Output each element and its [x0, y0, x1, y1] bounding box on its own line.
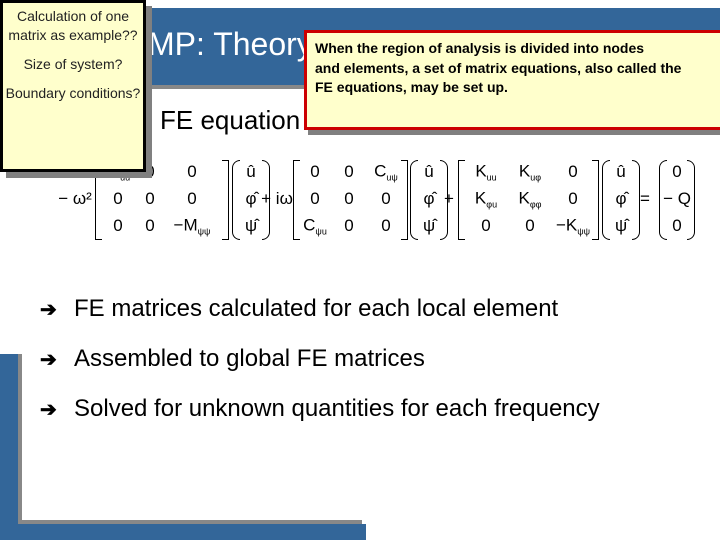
mass-matrix-cell: 0 [187, 162, 197, 181]
bullet-text: Solved for unknown quantities for each f… [74, 395, 600, 422]
displacement-vector-entry: ψ̂ [614, 216, 628, 235]
stiffness-matrix-cell: 0 [481, 216, 491, 235]
displacement-vector-entry: û [246, 162, 256, 181]
note-text: When the region of analysis is divided i… [315, 40, 645, 56]
damping-matrix-cell: Cuψ [374, 161, 398, 183]
stiffness-matrix-cell: Kuu [475, 161, 497, 183]
displacement-vector-entry: φ̂ [245, 189, 257, 208]
section-heading: FE equation [160, 105, 301, 135]
mass-coefficient: − ω² [58, 189, 92, 208]
displacement-vector-brace-left [602, 160, 610, 240]
slide-title: MP: Theory [148, 26, 313, 62]
damping-matrix-cell: 0 [344, 162, 354, 181]
stiffness-matrix-cell: 0 [525, 216, 535, 235]
mass-matrix-bracket-right [222, 160, 229, 240]
damping-matrix-cell: 0 [381, 189, 391, 208]
stiffness-matrix-cell: Kuφ [518, 161, 542, 183]
damping-matrix-cell: 0 [344, 189, 354, 208]
displacement-vector-entry: ψ̂ [244, 216, 258, 235]
stiffness-matrix-cell: 0 [568, 189, 578, 208]
decorative-vertical-bar [0, 354, 18, 540]
bullet-item: ➔ Assembled to global FE matrices [40, 345, 425, 373]
equals-sign: = [640, 189, 650, 208]
damping-matrix-cell: 0 [310, 162, 320, 181]
mass-matrix-cell: −Mψψ [173, 215, 211, 237]
mass-matrix-cell: 0 [113, 216, 123, 235]
stiffness-matrix-cell: −Kψψ [555, 215, 591, 237]
displacement-vector-entry: û [424, 162, 434, 181]
arrow-right-icon: ➔ [40, 399, 57, 421]
stiffness-matrix-cell: 0 [568, 162, 578, 181]
stiffness-matrix-cell: Kφu [474, 188, 498, 210]
bullet-text: FE matrices calculated for each local el… [74, 295, 559, 322]
rhs-entry: − Q [663, 189, 691, 208]
note-text: Boundary conditions? [5, 85, 141, 101]
mass-matrix-bracket-left [95, 160, 102, 240]
displacement-vector-brace-left [410, 160, 418, 240]
damping-coefficient: + iω [261, 189, 293, 208]
damping-matrix-cell: 0 [381, 216, 391, 235]
displacement-vector-brace-left [232, 160, 240, 240]
note-text: Calculation of one matrix as example?? [8, 8, 138, 43]
rhs-entry: 0 [672, 216, 682, 235]
damping-matrix-cell: 0 [344, 216, 354, 235]
displacement-vector-entry: φ̂ [615, 189, 627, 208]
damping-matrix-bracket-right [401, 160, 408, 240]
bullet-item: ➔ FE matrices calculated for each local e… [40, 295, 558, 323]
arrow-right-icon: ➔ [40, 349, 57, 371]
sticky-note-left[interactable]: Calculation of one matrix as example?? S… [0, 0, 146, 172]
mass-matrix-cell: 0 [113, 189, 123, 208]
decorative-horizontal-bar [0, 524, 366, 540]
arrow-right-icon: ➔ [40, 299, 57, 321]
stiffness-matrix-bracket-right [592, 160, 599, 240]
displacement-vector-entry: φ̂ [423, 189, 435, 208]
mass-matrix-cell: 0 [187, 189, 197, 208]
stiffness-matrix-cell: Kφφ [518, 188, 542, 210]
displacement-vector-brace-right [632, 160, 640, 240]
mass-matrix-cell: 0 [145, 162, 155, 181]
callout-note-right[interactable]: When the region of analysis is divided i… [304, 30, 720, 130]
note-text: and elements, a set of matrix equations,… [315, 59, 682, 76]
bullet-item: ➔ Solved for unknown quantities for each … [40, 395, 600, 423]
displacement-vector-entry: ψ̂ [422, 216, 436, 235]
bullet-text: Assembled to global FE matrices [74, 345, 425, 372]
mass-matrix-cell: 0 [145, 189, 155, 208]
plus-sign: + [444, 189, 454, 208]
damping-matrix-cell: 0 [310, 189, 320, 208]
damping-matrix-bracket-left [293, 160, 300, 240]
damping-matrix-cell: Cψu [303, 215, 327, 237]
rhs-entry: 0 [672, 162, 682, 181]
note-text: FE equations, may be set up. [315, 79, 508, 95]
displacement-vector-entry: û [616, 162, 626, 181]
stiffness-matrix-bracket-left [458, 160, 465, 240]
note-text: Size of system? [23, 56, 123, 72]
mass-matrix-cell: 0 [145, 216, 155, 235]
